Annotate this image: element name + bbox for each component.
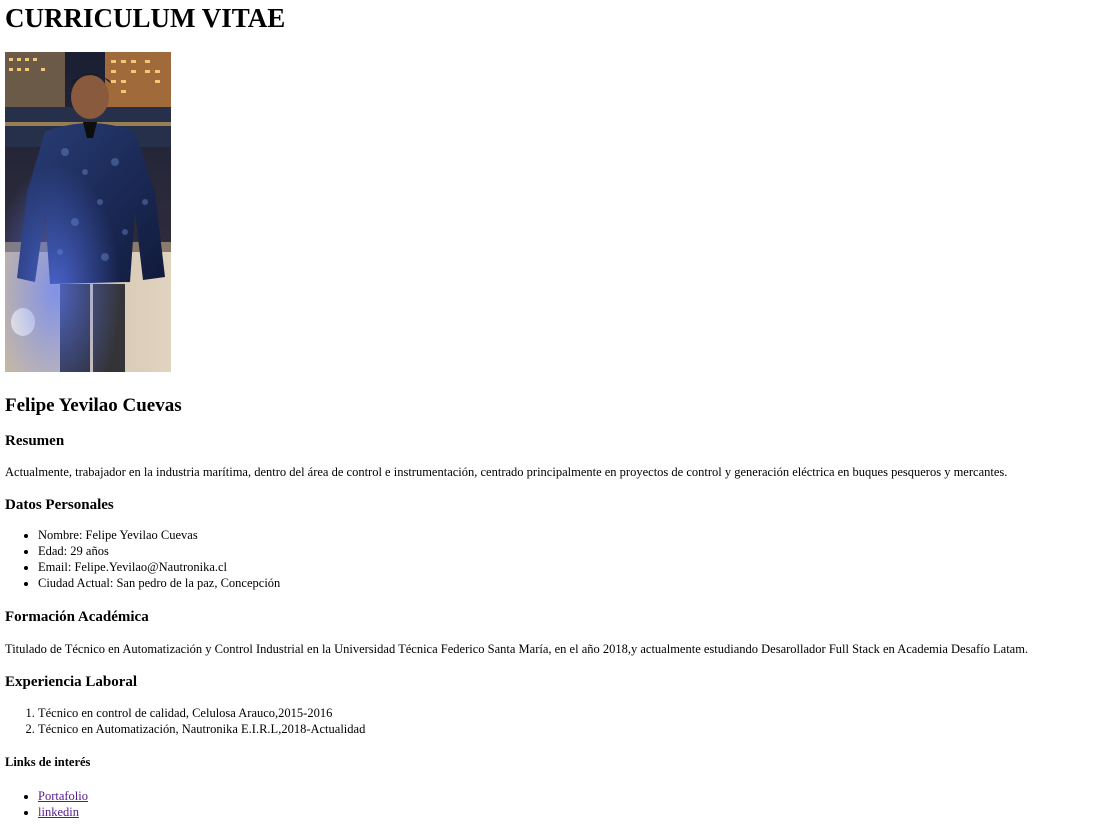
resumen-text: Actualmente, trabajador en la industria … xyxy=(5,465,1008,479)
formacion-text: Titulado de Técnico en Automatización y … xyxy=(5,642,1029,656)
formacion-heading: Formación Académica xyxy=(5,609,149,625)
linkedin-link[interactable]: linkedin xyxy=(38,805,79,819)
list-item-linkedin: linkedin xyxy=(38,804,1098,820)
links-heading: Links de interés xyxy=(5,755,91,769)
links-list: Portafolio linkedin xyxy=(5,788,1098,820)
datos-personales-heading: Datos Personales xyxy=(5,497,114,513)
person-name: Felipe Yevilao Cuevas xyxy=(5,395,182,416)
list-item-experiencia-2: Técnico en Automatización, Nautronika E.… xyxy=(38,721,1098,737)
cv-document: CURRICULUM VITAE Felipe Yevilao Cuevas R… xyxy=(5,0,1098,820)
experiencia-list: Técnico en control de calidad, Celulosa … xyxy=(5,705,1098,737)
profile-photo xyxy=(5,52,171,372)
list-item-edad: Edad: 29 años xyxy=(38,543,1098,559)
resumen-heading: Resumen xyxy=(5,433,65,449)
list-item-nombre: Nombre: Felipe Yevilao Cuevas xyxy=(38,527,1098,543)
list-item-email: Email: Felipe.Yevilao@Nautronika.cl xyxy=(38,559,1098,575)
page-title: CURRICULUM VITAE xyxy=(5,3,286,33)
list-item-portafolio: Portafolio xyxy=(38,788,1098,804)
experiencia-heading: Experiencia Laboral xyxy=(5,674,138,690)
list-item-experiencia-1: Técnico en control de calidad, Celulosa … xyxy=(38,705,1098,721)
list-item-ciudad: Ciudad Actual: San pedro de la paz, Conc… xyxy=(38,575,1098,591)
portafolio-link[interactable]: Portafolio xyxy=(38,789,88,803)
datos-personales-list: Nombre: Felipe Yevilao Cuevas Edad: 29 a… xyxy=(5,527,1098,591)
